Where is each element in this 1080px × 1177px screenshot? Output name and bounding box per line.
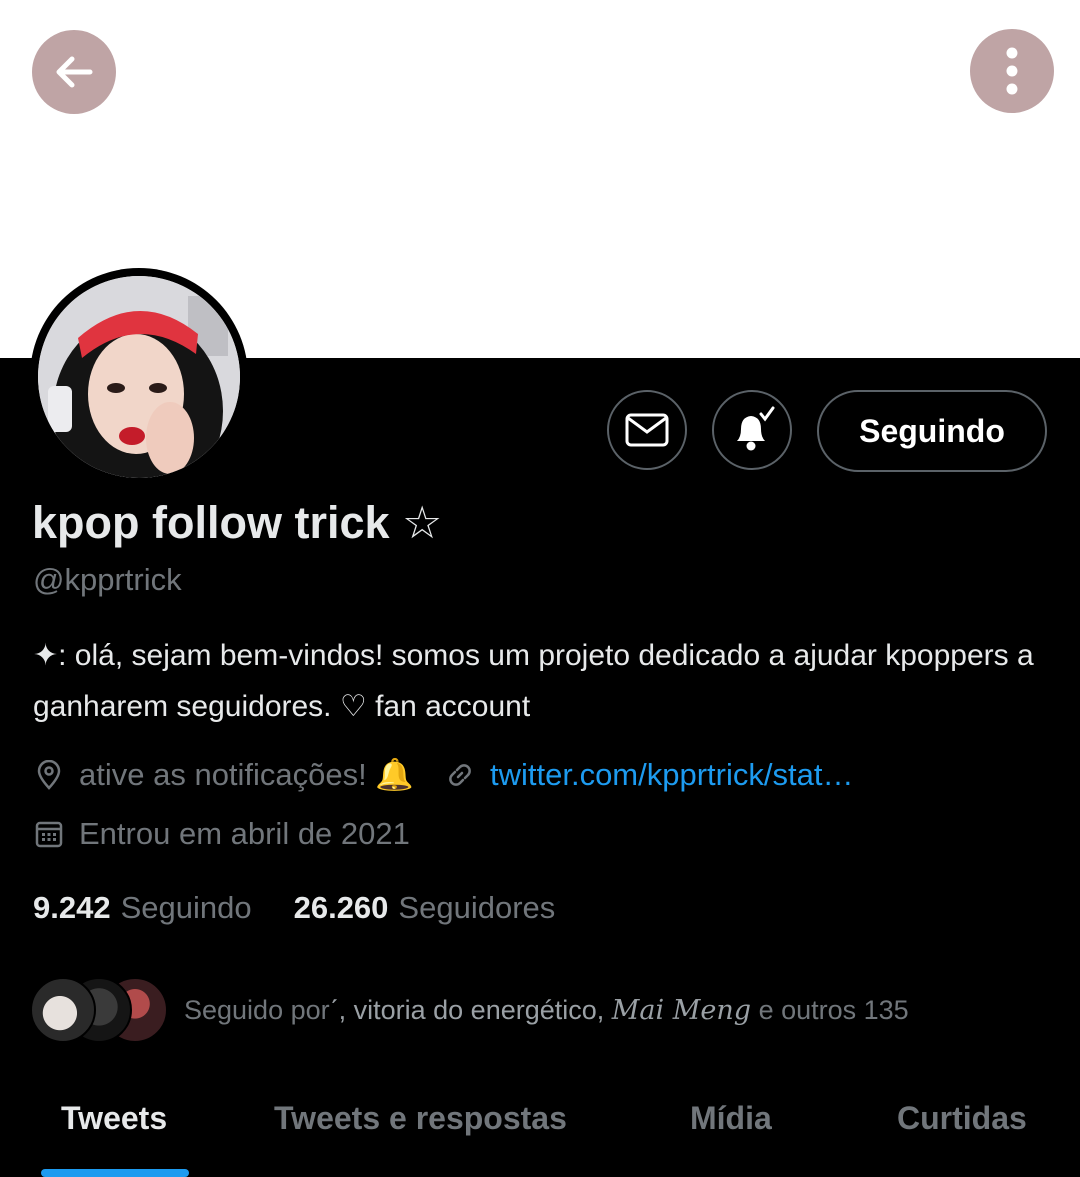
more-vertical-icon bbox=[1006, 47, 1018, 95]
tab-tweets[interactable]: Tweets bbox=[61, 1100, 167, 1137]
bell-check-icon bbox=[737, 406, 775, 451]
followed-by-text: Seguido porˊ, vitoria do energético, Mai… bbox=[184, 995, 909, 1026]
location-text: ative as notificações! 🔔 bbox=[79, 757, 414, 792]
followed-by-names: ˊ, vitoria do energético, bbox=[329, 994, 605, 1025]
follower-avatar bbox=[30, 977, 96, 1043]
followed-by-name: Mai Meng bbox=[611, 994, 752, 1026]
profile-link[interactable]: twitter.com/kpprtrick/stat… bbox=[490, 757, 853, 793]
profile-bio: ✦: olá, sejam bem-vindos! somos um proje… bbox=[33, 639, 1034, 723]
avatar-photo bbox=[38, 276, 240, 478]
back-button[interactable] bbox=[32, 30, 116, 114]
following-count: 9.242 bbox=[33, 890, 111, 925]
following-button[interactable]: Seguindo bbox=[817, 390, 1047, 472]
following-stat[interactable]: 9.242 Seguindo bbox=[33, 890, 252, 926]
user-handle: @kpprtrick bbox=[33, 562, 182, 597]
location-pin-icon bbox=[33, 759, 65, 791]
mail-icon bbox=[625, 413, 669, 447]
profile-meta-row: Entrou em abril de 2021 bbox=[33, 816, 410, 852]
profile-meta-row: ative as notificações! 🔔 twitter.com/kpp… bbox=[33, 756, 853, 793]
followers-label: Seguidores bbox=[398, 890, 556, 925]
display-name: kpop follow trick ☆ bbox=[32, 497, 443, 548]
calendar-icon bbox=[33, 818, 65, 850]
link-icon bbox=[444, 759, 476, 791]
more-options-button[interactable] bbox=[970, 29, 1054, 113]
tab-tweets-and-replies[interactable]: Tweets e respostas bbox=[274, 1100, 567, 1137]
profile-avatar[interactable] bbox=[30, 268, 248, 486]
follow-stats: 9.242 Seguindo 26.260 Seguidores bbox=[33, 890, 597, 926]
tab-media[interactable]: Mídia bbox=[690, 1100, 772, 1137]
tab-likes[interactable]: Curtidas bbox=[897, 1100, 1027, 1137]
followers-stat[interactable]: 26.260 Seguidores bbox=[294, 890, 556, 926]
followers-count: 26.260 bbox=[293, 890, 389, 925]
followed-by-suffix: e outros 135 bbox=[758, 994, 909, 1025]
joined-date: Entrou em abril de 2021 bbox=[79, 816, 410, 851]
message-button[interactable] bbox=[607, 390, 687, 470]
followed-by-row[interactable]: Seguido porˊ, vitoria do energético, Mai… bbox=[30, 977, 909, 1043]
active-tab-indicator bbox=[41, 1169, 189, 1177]
profile-tabs: Tweets Tweets e respostas Mídia Curtidas bbox=[0, 1090, 1080, 1175]
arrow-left-icon bbox=[56, 56, 93, 88]
notifications-button[interactable] bbox=[712, 390, 792, 470]
followed-by-prefix: Seguido por bbox=[184, 994, 330, 1025]
following-label: Seguindo bbox=[120, 890, 252, 925]
